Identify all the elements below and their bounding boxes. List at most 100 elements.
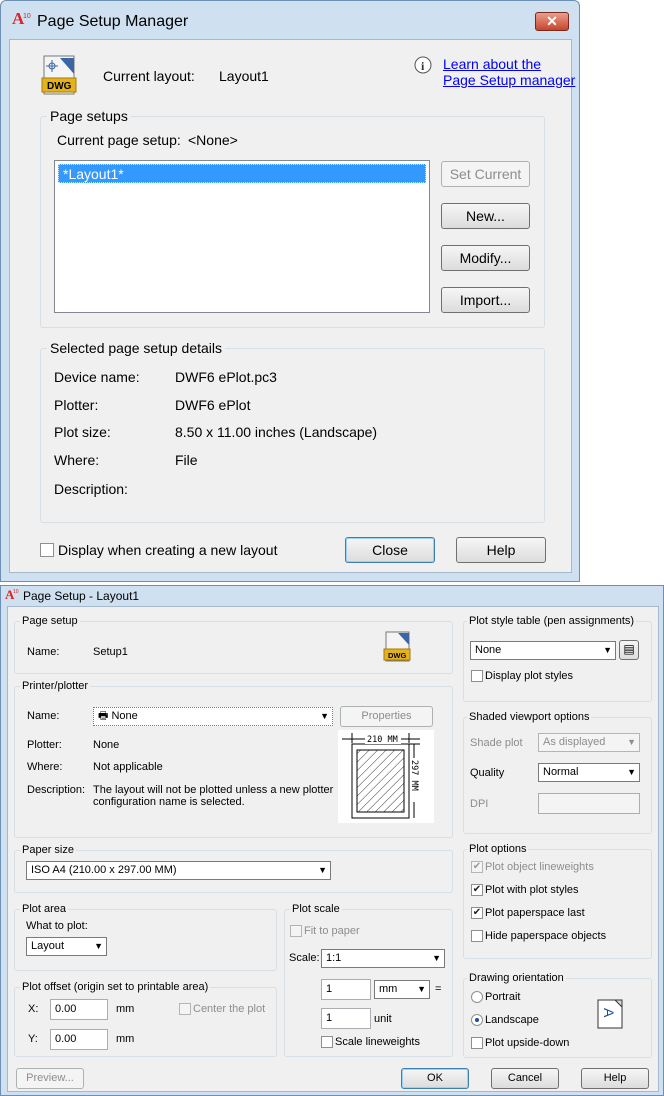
modify-button[interactable]: Modify... [441,245,530,271]
current-layout-value: Layout1 [219,68,269,84]
landscape-radio[interactable] [471,1014,483,1026]
dwg-file-icon: DWG [383,631,411,662]
dpi-input[interactable] [538,793,640,814]
page-setups-list[interactable]: *Layout1* [54,160,430,313]
preview-height-label: 297 MM [409,760,419,791]
page-setups-legend: Page setups [47,108,131,124]
learn-link-line2[interactable]: Page Setup manager [443,72,575,88]
landscape-label: Landscape [485,1014,539,1026]
preview-width-label: 210 MM [367,735,398,745]
paper-size-legend: Paper size [20,844,76,856]
shade-plot-value: As displayed [543,736,606,748]
center-plot-label: Center the plot [193,1003,266,1015]
setup-name-value: Setup1 [93,646,128,658]
display-when-creating-checkbox[interactable] [40,543,54,557]
shade-plot-combo[interactable]: As displayed ▼ [538,733,640,752]
dialog-title: Page Setup - Layout1 [23,589,140,603]
printer-name-combo[interactable]: 🖶 None ▼ [93,707,333,726]
page-setup-client-area: Page setup Name: Setup1 DWG Printer/plot… [7,606,659,1092]
fit-to-paper-checkbox[interactable] [290,925,302,937]
what-to-plot-combo[interactable]: Layout ▼ [26,937,107,956]
plot-size-label: Plot size: [54,424,111,440]
device-name-value: DWF6 ePlot.pc3 [175,369,277,385]
svg-text:10: 10 [13,589,19,595]
chevron-down-icon: ▼ [94,941,103,951]
where-value: File [175,452,198,468]
portrait-radio[interactable] [471,991,483,1003]
what-to-plot-value: Layout [31,940,65,952]
scale-bottom-unit: unit [374,1013,392,1025]
y-offset-input[interactable]: 0.00 [50,1029,108,1050]
plot-options-legend: Plot options [467,843,529,855]
quality-value: Normal [543,766,579,778]
paper-preview: 210 MM 297 MM [338,730,434,823]
description-label: Description: [27,784,86,796]
chevron-down-icon: ▼ [318,865,327,875]
plotter-value: DWF6 ePlot [175,397,251,413]
equals-sign: = [435,983,442,995]
setup-name-label: Name: [27,646,60,658]
page-setup-dialog: A 10 Page Setup - Layout1 Page setup Nam… [0,585,664,1096]
plot-upside-down-label: Plot upside-down [485,1037,570,1049]
shade-plot-label: Shade plot [470,737,523,749]
scale-lineweights-checkbox[interactable] [321,1036,333,1048]
learn-link-line1[interactable]: Learn about the [443,56,575,72]
plot-style-table-legend: Plot style table (pen assignments) [467,615,637,627]
help-button[interactable]: Help [456,537,546,563]
plot-object-lineweights-checkbox[interactable]: ✔ [471,861,483,873]
plotter-value: None [93,739,120,751]
help-button[interactable]: Help [581,1068,649,1089]
properties-button[interactable]: Properties [340,706,433,727]
where-label: Where: [27,761,63,773]
new-button[interactable]: New... [441,203,530,229]
scale-bottom-input[interactable]: 1 [321,1008,371,1029]
scale-unit-combo[interactable]: mm ▼ [374,980,430,999]
manager-client-area: DWG Current layout: Layout1 i Learn abou… [9,39,575,573]
list-item-layout1[interactable]: *Layout1* [58,164,426,183]
plotter-label: Plotter: [54,397,99,413]
chevron-down-icon: ▼ [627,767,636,777]
plot-with-plot-styles-checkbox[interactable]: ✔ [471,884,483,896]
center-plot-checkbox[interactable] [179,1003,191,1015]
info-icon: i [414,56,432,74]
plotter-label: Plotter: [27,739,62,751]
scale-top-input[interactable]: 1 [321,979,371,1000]
dialog-title: Page Setup Manager [37,13,189,30]
set-current-button[interactable]: Set Current [441,161,530,187]
plot-paperspace-last-label: Plot paperspace last [485,907,585,919]
scale-combo[interactable]: 1:1 ▼ [321,949,445,968]
preview-button[interactable]: Preview... [16,1068,84,1089]
close-window-button[interactable]: ✕ [535,12,569,31]
plot-upside-down-checkbox[interactable] [471,1037,483,1049]
description-line1: The layout will not be plotted unless a … [93,784,334,796]
svg-text:DWG: DWG [47,81,72,92]
device-name-label: Device name: [54,369,140,385]
shaded-viewport-legend: Shaded viewport options [467,711,592,723]
close-button[interactable]: Close [345,537,435,563]
plot-style-table-combo[interactable]: None ▼ [470,641,616,660]
printer-name-label: Name: [27,710,60,722]
plot-paperspace-last-checkbox[interactable]: ✔ [471,907,483,919]
printer-icon: 🖶 [98,710,112,722]
svg-text:A: A [601,1008,617,1018]
y-offset-unit: mm [116,1033,135,1045]
display-plot-styles-checkbox[interactable] [471,670,483,682]
drawing-orientation-legend: Drawing orientation [467,972,566,984]
page-setup-manager-dialog: A 10 Page Setup Manager ✕ DWG Current la… [0,0,580,582]
cancel-button[interactable]: Cancel [491,1068,559,1089]
quality-combo[interactable]: Normal ▼ [538,763,640,782]
svg-text:DWG: DWG [388,651,406,660]
portrait-label: Portrait [485,991,521,1003]
chevron-down-icon: ▼ [432,953,441,963]
x-offset-input[interactable]: 0.00 [50,999,108,1020]
learn-page-setup-link[interactable]: Learn about the Page Setup manager [443,56,575,88]
hide-paperspace-objects-checkbox[interactable] [471,930,483,942]
paper-size-combo[interactable]: ISO A4 (210.00 x 297.00 MM) ▼ [26,861,331,880]
plot-style-table-group [463,621,652,702]
printer-plotter-legend: Printer/plotter [20,680,91,692]
plot-style-table-value: None [475,644,502,656]
import-button[interactable]: Import... [441,287,530,313]
plot-style-edit-icon: ▤ [623,642,635,656]
ok-button[interactable]: OK [401,1068,469,1089]
edit-plot-style-button[interactable]: ▤ [619,640,639,660]
